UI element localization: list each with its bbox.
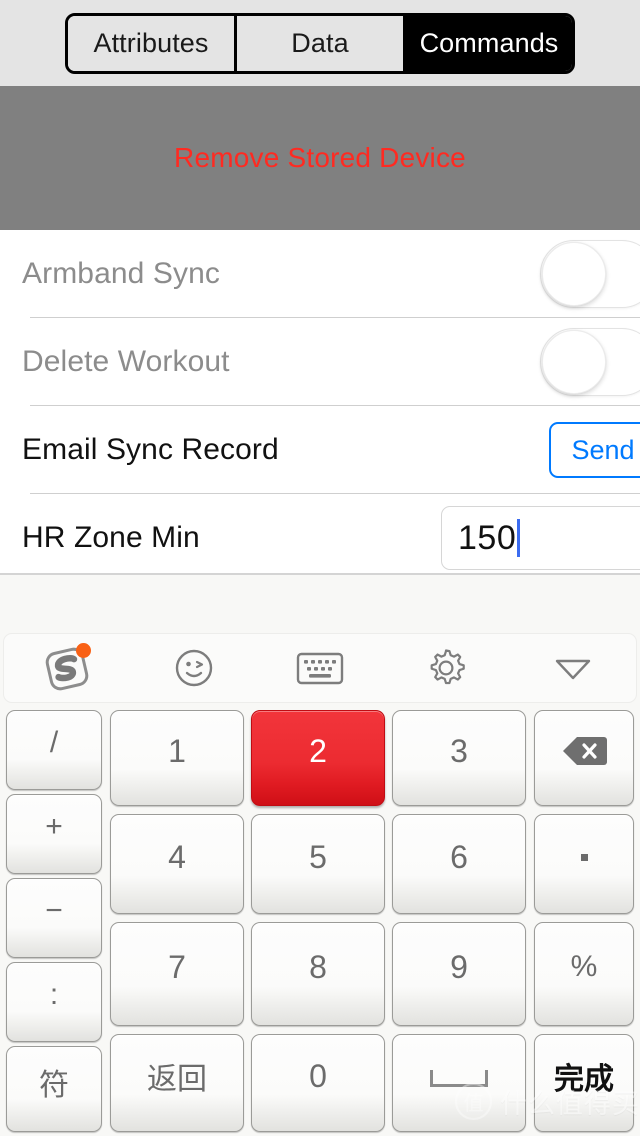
key-3[interactable]: 3: [392, 710, 526, 806]
key-percent[interactable]: %: [534, 922, 634, 1026]
period-glyph: [580, 853, 588, 861]
row-delete-workout[interactable]: Delete Workout: [0, 318, 640, 406]
key-2[interactable]: 2: [251, 710, 385, 806]
sogou-logo-icon[interactable]: [4, 634, 130, 702]
row-armband-sync[interactable]: Armband Sync: [0, 230, 640, 318]
text-caret: [517, 519, 521, 557]
key-slash[interactable]: /: [6, 710, 102, 790]
hr-zone-min-input[interactable]: 150: [441, 506, 640, 570]
gear-icon[interactable]: [383, 634, 509, 702]
row-hr-zone-min[interactable]: HR Zone Min 150: [0, 494, 640, 582]
segmented-control[interactable]: Attributes Data Commands: [65, 13, 575, 74]
send-button[interactable]: Send: [549, 422, 640, 478]
tab-attributes[interactable]: Attributes: [68, 16, 237, 71]
delete-workout-toggle[interactable]: [540, 328, 640, 396]
keyboard-icon[interactable]: [257, 634, 383, 702]
key-8[interactable]: 8: [251, 922, 385, 1026]
key-return[interactable]: 返回: [110, 1034, 244, 1132]
keyboard-toolbar: [3, 633, 637, 703]
remove-device-banner[interactable]: Remove Stored Device: [0, 86, 640, 230]
key-colon[interactable]: :: [6, 962, 102, 1042]
tab-commands[interactable]: Commands: [406, 16, 572, 71]
row-email-sync-record[interactable]: Email Sync Record Send: [0, 406, 640, 494]
settings-list: Armband Sync Delete Workout Email Sync R…: [0, 230, 640, 582]
toggle-knob: [542, 330, 606, 394]
keypad: / + − : 符 1 2 3 4 5 6 7 8 9 返回 0 % 完成: [0, 706, 640, 1136]
chevron-down-icon[interactable]: [510, 634, 636, 702]
key-0[interactable]: 0: [251, 1034, 385, 1132]
row-label-hr-zone-min: HR Zone Min: [22, 521, 200, 554]
emoji-wink-icon[interactable]: [130, 634, 256, 702]
key-6[interactable]: 6: [392, 814, 526, 914]
tab-data[interactable]: Data: [237, 16, 406, 71]
key-plus[interactable]: +: [6, 794, 102, 874]
app-root: Attributes Data Commands Remove Stored D…: [0, 0, 640, 1136]
key-period[interactable]: [534, 814, 634, 914]
sogou-keyboard: / + − : 符 1 2 3 4 5 6 7 8 9 返回 0 % 完成: [0, 573, 640, 1136]
row-label-email-sync-record: Email Sync Record: [22, 433, 279, 466]
hr-zone-min-value: 150: [458, 518, 517, 557]
key-4[interactable]: 4: [110, 814, 244, 914]
armband-sync-toggle[interactable]: [540, 240, 640, 308]
key-5[interactable]: 5: [251, 814, 385, 914]
row-label-delete-workout: Delete Workout: [22, 345, 230, 378]
key-done[interactable]: 完成: [534, 1034, 634, 1132]
backspace-icon: [563, 737, 607, 765]
toggle-knob: [542, 242, 606, 306]
key-minus[interactable]: −: [6, 878, 102, 958]
row-label-armband-sync: Armband Sync: [22, 257, 220, 290]
key-9[interactable]: 9: [392, 922, 526, 1026]
key-7[interactable]: 7: [110, 922, 244, 1026]
space-bar-glyph: [430, 1069, 488, 1087]
key-space[interactable]: [392, 1034, 526, 1132]
top-segmented-bar: Attributes Data Commands: [0, 0, 640, 86]
key-backspace[interactable]: [534, 710, 634, 806]
remove-stored-device-label: Remove Stored Device: [174, 142, 466, 173]
key-1[interactable]: 1: [110, 710, 244, 806]
key-symbols[interactable]: 符: [6, 1046, 102, 1132]
